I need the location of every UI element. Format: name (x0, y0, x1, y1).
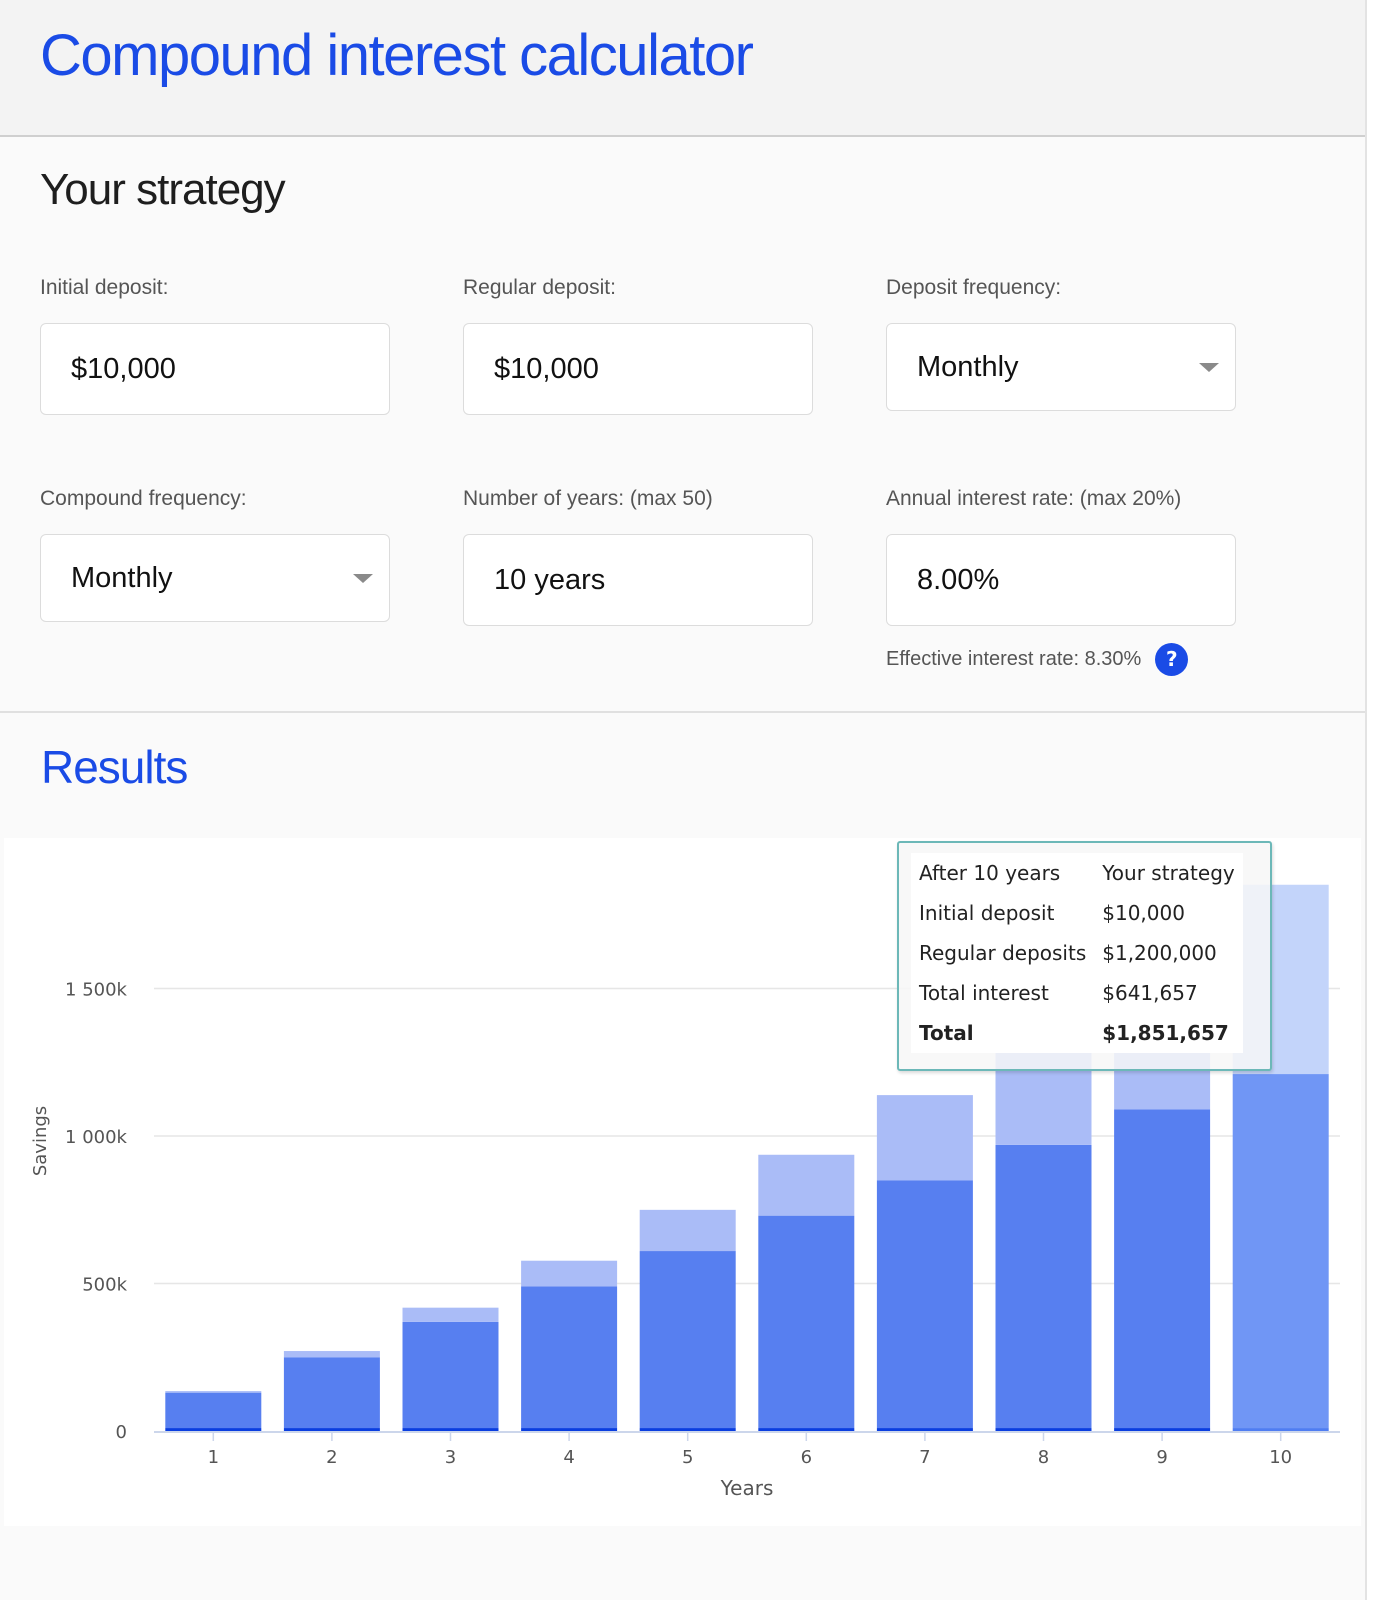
interest-rate-field: Annual interest rate: (max 20%) 8.00% (886, 484, 1236, 626)
initial-deposit-label: Initial deposit: (40, 276, 169, 299)
bar-initial-deposit (876, 1428, 973, 1431)
x-tick-label: 2 (326, 1447, 337, 1468)
bar-total-interest (876, 1095, 973, 1181)
bar-initial-deposit (758, 1428, 855, 1431)
chevron-down-icon (1199, 363, 1219, 372)
regular-deposit-label: Regular deposit: (463, 276, 616, 299)
x-tick-label: 10 (1269, 1447, 1292, 1468)
x-tick-label: 9 (1156, 1447, 1167, 1468)
page-title: Compound interest calculator (40, 23, 754, 88)
bar-total-interest (165, 1391, 262, 1393)
tooltip-value: $1,851,657 (1102, 1021, 1229, 1045)
tooltip-label: Total (919, 1021, 974, 1045)
regular-deposit-field: Regular deposit: $10,000 (463, 273, 813, 415)
tooltip-table: After 10 years Your strategy Initial depos… (911, 853, 1243, 1053)
x-tick-label: 3 (445, 1447, 456, 1468)
compound-frequency-value: Monthly (71, 561, 173, 594)
bar-initial-deposit (639, 1428, 736, 1431)
effective-rate: Effective interest rate: 8.30% ? (886, 643, 1189, 676)
page: Compound interest calculator Your strate… (0, 0, 1367, 1600)
initial-deposit-field: Initial deposit: $10,000 (40, 273, 390, 415)
tooltip-label: Regular deposits (919, 941, 1087, 965)
bar-regular-deposits (165, 1392, 262, 1429)
x-tick-label: 1 (208, 1447, 219, 1468)
bar-initial-deposit (995, 1428, 1092, 1431)
compound-frequency-label: Compound frequency: (40, 487, 247, 510)
compound-frequency-field: Compound frequency: Monthly (40, 484, 390, 622)
x-tick-label: 6 (801, 1447, 812, 1468)
y-tick-label: 1 000k (65, 1127, 128, 1148)
tooltip-value: Your strategy (1102, 861, 1235, 885)
bar-total-interest (283, 1351, 380, 1358)
deposit-frequency-select[interactable]: Monthly (886, 323, 1236, 411)
tooltip-label: After 10 years (919, 861, 1061, 885)
tooltip-value: $10,000 (1102, 901, 1185, 925)
bar-initial-deposit (1114, 1428, 1211, 1431)
chevron-down-icon (353, 574, 373, 583)
tooltip-row: Total $1,851,657 (911, 1013, 1243, 1053)
tooltip-row: Initial deposit $10,000 (911, 893, 1243, 933)
header: Compound interest calculator (0, 0, 1365, 137)
help-icon[interactable]: ? (1155, 643, 1189, 676)
years-field: Number of years: (max 50) 10 years (463, 484, 813, 626)
tooltip-row: Total interest $641,657 (911, 973, 1243, 1013)
bar-regular-deposits (1114, 1109, 1211, 1429)
x-tick-label: 4 (563, 1447, 574, 1468)
x-tick-label: 8 (1038, 1447, 1049, 1468)
bar-regular-deposits (995, 1144, 1092, 1429)
bar-total-interest (639, 1209, 736, 1252)
y-tick-label: 500k (82, 1275, 127, 1296)
regular-deposit-input[interactable]: $10,000 (463, 323, 813, 415)
bar-regular-deposits (521, 1286, 618, 1429)
interest-rate-label: Annual interest rate: (max 20%) (886, 487, 1182, 510)
x-axis-label: Years (720, 1476, 774, 1500)
bar-regular-deposits (758, 1215, 855, 1429)
strategy-section: Your strategy Initial deposit: $10,000 R… (0, 137, 1365, 713)
effective-rate-text: Effective interest rate: 8.30% (886, 648, 1142, 670)
y-tick-label: 1 500k (65, 980, 128, 1001)
tooltip-row: Regular deposits $1,200,000 (911, 933, 1243, 973)
bar-regular-deposits (639, 1251, 736, 1429)
deposit-frequency-field: Deposit frequency: Monthly (886, 273, 1236, 411)
tooltip-row: After 10 years Your strategy (911, 853, 1243, 893)
tooltip-label: Total interest (919, 981, 1049, 1005)
deposit-frequency-label: Deposit frequency: (886, 276, 1062, 299)
bar-initial-deposit (1232, 1428, 1329, 1431)
bar-initial-deposit (165, 1428, 262, 1431)
bar-initial-deposit (521, 1428, 618, 1431)
bar-initial-deposit (402, 1428, 499, 1431)
bar-regular-deposits (283, 1357, 380, 1429)
x-tick-label: 7 (919, 1447, 930, 1468)
chart-tooltip: After 10 years Your strategy Initial depos… (897, 841, 1272, 1071)
y-axis-label: Savings (30, 1106, 51, 1176)
tooltip-label: Initial deposit (919, 901, 1055, 925)
bar-total-interest (521, 1260, 618, 1287)
tooltip-value: $1,200,000 (1102, 941, 1217, 965)
bar-total-interest (402, 1307, 499, 1322)
tooltip-value: $641,657 (1102, 981, 1198, 1005)
years-input[interactable]: 10 years (463, 534, 813, 626)
bar-regular-deposits (876, 1180, 973, 1429)
deposit-frequency-value: Monthly (917, 350, 1019, 383)
compound-frequency-select[interactable]: Monthly (40, 534, 390, 622)
results-title: Results (41, 741, 188, 793)
bar-regular-deposits (1232, 1074, 1329, 1429)
y-tick-label: 0 (116, 1422, 127, 1443)
years-label: Number of years: (max 50) (463, 487, 713, 510)
interest-rate-input[interactable]: 8.00% (886, 534, 1236, 626)
bar-total-interest (758, 1154, 855, 1216)
bar-initial-deposit (283, 1428, 380, 1431)
x-tick-label: 5 (682, 1447, 693, 1468)
bar-regular-deposits (402, 1321, 499, 1429)
strategy-title: Your strategy (40, 165, 286, 214)
initial-deposit-input[interactable]: $10,000 (40, 323, 390, 415)
